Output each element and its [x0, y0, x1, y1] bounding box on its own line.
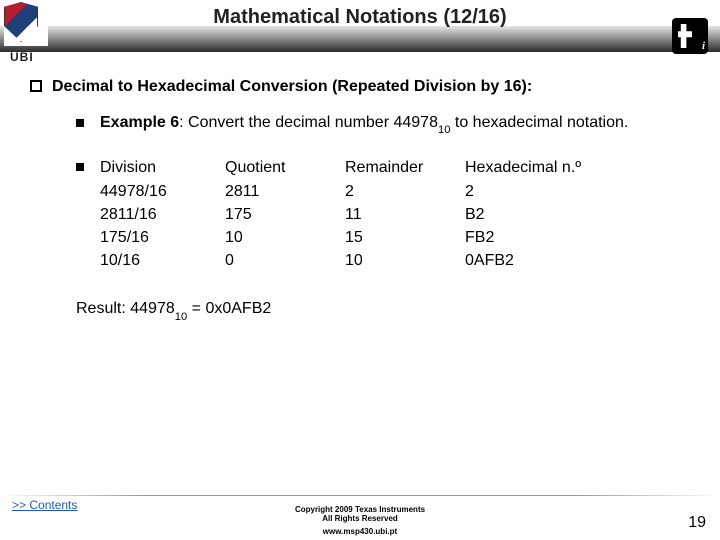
small-square-bullet-icon: [76, 163, 84, 171]
table-cell: 15: [345, 226, 465, 249]
table-cell: 2: [465, 180, 615, 203]
table-cell: B2: [465, 203, 615, 226]
col-header-quotient: Quotient: [225, 156, 345, 179]
col-header-remainder: Remainder: [345, 156, 465, 179]
ubi-logo: [4, 2, 48, 46]
header-gradient-bar: [0, 26, 720, 52]
slide-footer: >> Contents Copyright 2009 Texas Instrum…: [0, 492, 720, 540]
example-prefix: Convert the decimal number: [188, 114, 389, 131]
table-cell: 44978/16: [100, 180, 225, 203]
table-cell: 0AFB2: [465, 249, 615, 272]
result-line: Result: 4497810 = 0x0AFB2: [76, 300, 690, 320]
ubi-label: UBI: [10, 50, 34, 64]
result-number: 44978: [130, 300, 175, 317]
table-cell: 10: [225, 226, 345, 249]
col-header-division: Division: [100, 156, 225, 179]
table-cell: 0: [225, 249, 345, 272]
conversion-table: Division Quotient Remainder Hexadecimal …: [100, 156, 615, 272]
copyright-text: Copyright 2009 Texas Instruments All Rig…: [295, 505, 425, 524]
footer-divider: [0, 495, 720, 496]
table-cell: FB2: [465, 226, 615, 249]
example-suffix: to hexadecimal notation.: [455, 114, 628, 131]
footer-url: www.msp430.ubi.pt: [323, 527, 397, 536]
small-square-bullet-icon: [76, 119, 84, 127]
ti-logo: i: [672, 18, 714, 60]
result-equals: =: [192, 300, 206, 317]
table-cell: 10: [345, 249, 465, 272]
example-text: Example 6: Convert the decimal number 44…: [100, 112, 628, 137]
slide-title: Mathematical Notations (12/16): [0, 6, 720, 29]
table-cell: 10/16: [100, 249, 225, 272]
result-hex: 0x0AFB2: [205, 300, 271, 317]
example-label: Example 6: [100, 114, 179, 131]
table-cell: 11: [345, 203, 465, 226]
result-base: 10: [175, 311, 187, 323]
table-cell: 2: [345, 180, 465, 203]
result-label: Result:: [76, 300, 130, 317]
example-number: 44978: [393, 114, 438, 131]
col-header-hex: Hexadecimal n.º: [465, 156, 615, 179]
bullet-level2-example: Example 6: Convert the decimal number 44…: [76, 112, 690, 137]
table-cell: 2811: [225, 180, 345, 203]
section-heading: Decimal to Hexadecimal Conversion (Repea…: [52, 76, 532, 98]
contents-link[interactable]: >> Contents: [12, 498, 77, 512]
table-cell: 175: [225, 203, 345, 226]
example-base: 10: [438, 124, 450, 136]
slide-header: Mathematical Notations (12/16) UBI i: [0, 0, 720, 62]
copyright-line2: All Rights Reserved: [295, 514, 425, 524]
slide-body: Decimal to Hexadecimal Conversion (Repea…: [0, 62, 720, 540]
shield-icon: [4, 2, 38, 42]
table-cell: 2811/16: [100, 203, 225, 226]
ti-chip-icon: i: [672, 18, 708, 54]
copyright-line1: Copyright 2009 Texas Instruments: [295, 505, 425, 515]
bullet-level2-table: Division Quotient Remainder Hexadecimal …: [76, 156, 690, 272]
page-number: 19: [688, 514, 706, 532]
bullet-level1: Decimal to Hexadecimal Conversion (Repea…: [30, 76, 690, 98]
square-bullet-icon: [30, 80, 42, 92]
table-cell: 175/16: [100, 226, 225, 249]
